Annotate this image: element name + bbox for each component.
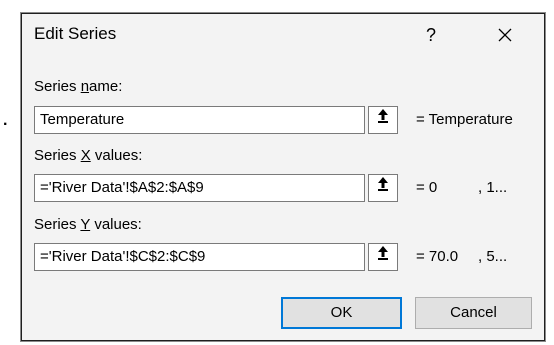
series-y-preview-more: , 5...	[478, 248, 508, 265]
series-y-label: Series Y values:	[34, 216, 142, 233]
title-bar: Edit Series ?	[22, 14, 544, 56]
series-x-preview-first: = 0	[416, 179, 438, 196]
series-name-label: Series name:	[34, 78, 123, 95]
ok-button[interactable]: OK	[281, 297, 402, 329]
dialog-title: Edit Series	[34, 24, 117, 43]
series-x-label: Series X values:	[34, 147, 143, 164]
collapse-dialog-icon	[378, 177, 388, 191]
series-y-preview-first: = 70.0	[416, 248, 459, 265]
series-x-preview-more: , 1...	[478, 179, 508, 196]
close-icon	[498, 28, 512, 42]
collapse-dialog-icon	[378, 246, 388, 260]
series-y-input[interactable]: ='River Data'!$C$2:$C$9	[34, 243, 365, 271]
series-y-collapse-button[interactable]	[368, 243, 398, 271]
series-name-input[interactable]: Temperature	[34, 106, 365, 134]
collapse-dialog-icon	[378, 109, 388, 123]
series-x-input[interactable]: ='River Data'!$A$2:$A$9	[34, 174, 365, 202]
edit-series-dialog: Edit Series ? Series name: Temperature =…	[21, 13, 545, 341]
close-button[interactable]	[488, 20, 522, 50]
help-button[interactable]: ?	[414, 20, 448, 50]
series-x-collapse-button[interactable]	[368, 174, 398, 202]
series-name-collapse-button[interactable]	[368, 106, 398, 134]
series-name-preview: = Temperature	[416, 111, 513, 128]
cancel-button[interactable]: Cancel	[415, 297, 532, 329]
